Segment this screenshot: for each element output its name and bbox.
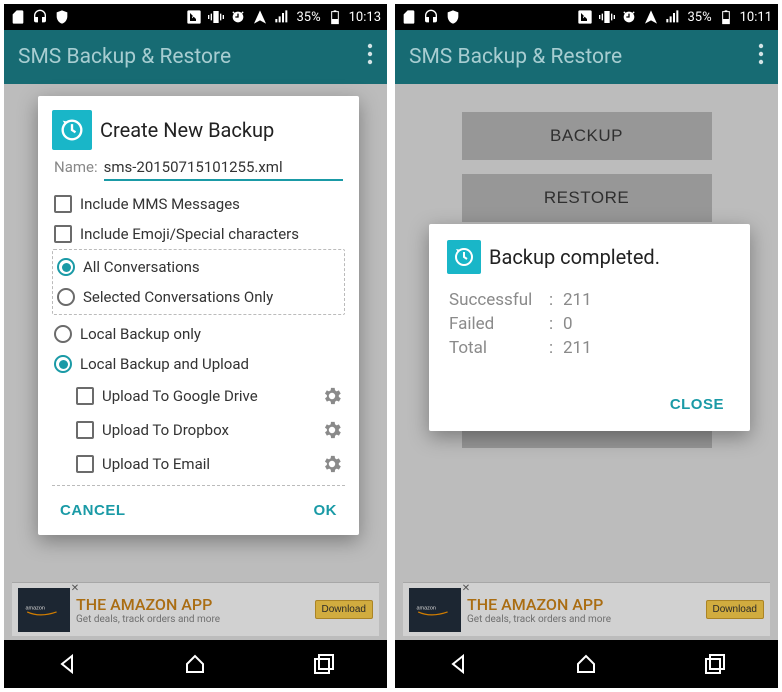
option-label: Local Backup and Upload xyxy=(80,355,249,373)
checkbox-icon xyxy=(54,225,72,243)
option-label: Include MMS Messages xyxy=(80,195,240,213)
recent-icon[interactable] xyxy=(702,652,726,676)
battery-percent: 35% xyxy=(687,10,711,25)
checkbox-icon xyxy=(54,195,72,213)
recent-icon[interactable] xyxy=(311,652,335,676)
signal-icon xyxy=(665,9,681,25)
gear-icon[interactable] xyxy=(321,419,343,441)
app-icon xyxy=(447,240,481,274)
back-icon[interactable] xyxy=(447,652,471,676)
overflow-menu-icon[interactable] xyxy=(367,43,373,71)
status-bar: 35% 10:13 xyxy=(4,4,387,30)
headset-icon xyxy=(32,9,48,25)
location-icon xyxy=(252,9,268,25)
home-icon[interactable] xyxy=(183,652,207,676)
close-button[interactable]: CLOSE xyxy=(664,390,730,419)
app-title: SMS Backup & Restore xyxy=(409,45,622,69)
ok-button[interactable]: OK xyxy=(308,496,344,525)
app-bar: SMS Backup & Restore xyxy=(4,30,387,84)
phone-left: 35% 10:13 SMS Backup & Restore BACKUP am… xyxy=(4,4,387,688)
option-label: Upload To Dropbox xyxy=(102,421,229,439)
stat-successful-label: Successful xyxy=(449,290,549,310)
overflow-menu-icon[interactable] xyxy=(758,43,764,71)
radio-icon xyxy=(54,355,72,373)
stat-total-value: 211 xyxy=(563,338,592,358)
cancel-button[interactable]: CANCEL xyxy=(54,496,132,525)
battery-icon xyxy=(327,9,343,25)
home-icon[interactable] xyxy=(574,652,598,676)
vibrate-icon xyxy=(599,9,615,25)
option-selected-conversations[interactable]: Selected Conversations Only xyxy=(55,282,342,312)
shield-icon xyxy=(445,9,461,25)
option-local-and-upload[interactable]: Local Backup and Upload xyxy=(52,349,345,379)
nfc-icon xyxy=(186,9,202,25)
radio-icon xyxy=(57,288,75,306)
stat-failed-label: Failed xyxy=(449,314,549,334)
nav-bar xyxy=(4,640,387,688)
checkbox-icon xyxy=(76,455,94,473)
battery-icon xyxy=(718,9,734,25)
nav-bar xyxy=(395,640,778,688)
gear-icon[interactable] xyxy=(321,453,343,475)
option-upload-dropbox[interactable]: Upload To Dropbox xyxy=(52,413,345,447)
phone-right: 35% 10:11 SMS Backup & Restore BACKUP RE… xyxy=(395,4,778,688)
option-local-only[interactable]: Local Backup only xyxy=(52,319,345,349)
alarm-icon xyxy=(230,9,246,25)
option-label: Local Backup only xyxy=(80,325,201,343)
backup-completed-dialog: Backup completed. Successful : 211 Faile… xyxy=(429,224,750,431)
backup-stats: Successful : 211 Failed : 0 Total : 211 xyxy=(449,288,732,360)
dialog-title: Create New Backup xyxy=(100,118,274,142)
option-label: Upload To Google Drive xyxy=(102,387,258,405)
option-include-mms[interactable]: Include MMS Messages xyxy=(52,189,345,219)
clock-time: 10:13 xyxy=(349,10,381,25)
sd-card-icon xyxy=(10,9,26,25)
app-icon xyxy=(52,110,92,150)
option-label: Upload To Email xyxy=(102,455,210,473)
create-backup-dialog: Create New Backup Name: sms-201507151012… xyxy=(38,96,359,535)
stat-total-label: Total xyxy=(449,338,549,358)
gear-icon[interactable] xyxy=(321,385,343,407)
option-include-emoji[interactable]: Include Emoji/Special characters xyxy=(52,219,345,249)
headset-icon xyxy=(423,9,439,25)
app-title: SMS Backup & Restore xyxy=(18,45,231,69)
location-icon xyxy=(643,9,659,25)
nfc-icon xyxy=(577,9,593,25)
radio-icon xyxy=(54,325,72,343)
option-label: All Conversations xyxy=(83,258,200,276)
name-input[interactable]: sms-20150715101255.xml xyxy=(104,158,343,181)
option-label: Include Emoji/Special characters xyxy=(80,225,299,243)
option-upload-google-drive[interactable]: Upload To Google Drive xyxy=(52,379,345,413)
option-label: Selected Conversations Only xyxy=(83,288,273,306)
shield-icon xyxy=(54,9,70,25)
signal-icon xyxy=(274,9,290,25)
battery-percent: 35% xyxy=(296,10,320,25)
back-icon[interactable] xyxy=(56,652,80,676)
option-upload-email[interactable]: Upload To Email xyxy=(52,447,345,481)
checkbox-icon xyxy=(76,421,94,439)
stat-failed-value: 0 xyxy=(563,314,573,334)
alarm-icon xyxy=(621,9,637,25)
name-label: Name: xyxy=(54,158,98,176)
app-bar: SMS Backup & Restore xyxy=(395,30,778,84)
option-all-conversations[interactable]: All Conversations xyxy=(55,252,342,282)
clock-time: 10:11 xyxy=(740,10,772,25)
vibrate-icon xyxy=(208,9,224,25)
checkbox-icon xyxy=(76,387,94,405)
stat-successful-value: 211 xyxy=(563,290,592,310)
dialog-title: Backup completed. xyxy=(489,245,660,269)
status-bar: 35% 10:11 xyxy=(395,4,778,30)
sd-card-icon xyxy=(401,9,417,25)
radio-icon xyxy=(57,258,75,276)
